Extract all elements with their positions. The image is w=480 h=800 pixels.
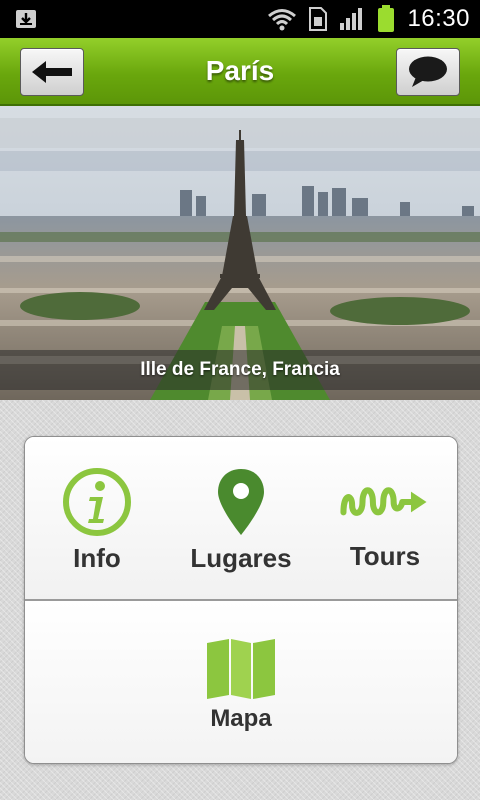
- menu-top-row: Info Lugares Tours: [25, 437, 457, 601]
- signal-icon: [340, 8, 363, 30]
- mapa-button[interactable]: Mapa: [25, 601, 457, 763]
- sim-icon: [309, 7, 328, 31]
- route-arrow-icon: [340, 487, 427, 516]
- lugares-label: Lugares: [190, 543, 292, 573]
- menu-card: Info Lugares Tours Mapa: [24, 436, 458, 764]
- speech-bubble-icon: [409, 56, 447, 87]
- info-label: Info: [73, 543, 121, 573]
- app-header: París: [0, 38, 480, 106]
- wifi-icon: [268, 9, 297, 31]
- download-icon: [16, 10, 36, 28]
- lugares-button[interactable]: Lugares: [169, 437, 313, 599]
- city-photo: Ille de France, Francia: [0, 106, 480, 400]
- location-caption: Ille de France, Francia: [0, 350, 480, 390]
- tours-label: Tours: [349, 541, 421, 571]
- battery-icon: [378, 5, 395, 32]
- map-pin-icon: [218, 469, 264, 535]
- tours-button[interactable]: Tours: [313, 437, 457, 599]
- status-bar: 16:30: [0, 0, 480, 38]
- arrow-left-icon: [32, 61, 72, 83]
- folded-map-icon: [207, 639, 275, 699]
- info-icon: [63, 468, 131, 536]
- back-button[interactable]: [20, 48, 84, 96]
- comments-button[interactable]: [396, 48, 460, 96]
- info-button[interactable]: Info: [25, 437, 169, 599]
- page-title: París: [205, 55, 275, 86]
- mapa-label: Mapa: [210, 705, 272, 732]
- clock: 16:30: [407, 5, 470, 32]
